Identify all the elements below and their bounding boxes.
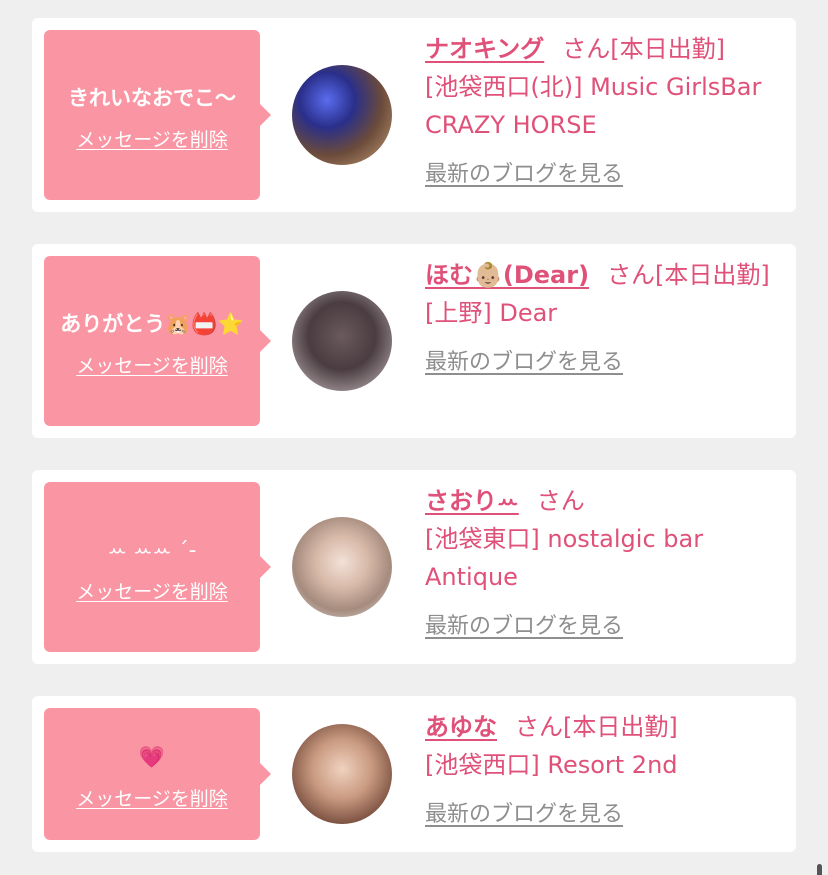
shop-name: [池袋東口] nostalgic bar Antique: [425, 525, 704, 591]
message-text: ありがとう🐹📛⭐: [60, 311, 244, 336]
profile-name-link[interactable]: あゆな: [425, 713, 497, 741]
profile-info: さおりꕀ さん [池袋東口] nostalgic bar Antique 最新のブ…: [425, 482, 775, 646]
message-text: ꕀ ꕀꕀ ˊ-: [107, 537, 197, 562]
message-bubble: ありがとう🐹📛⭐ メッセージを削除: [44, 256, 271, 426]
delete-message-link[interactable]: メッセージを削除: [76, 351, 228, 378]
message-card: 💗 メッセージを削除 あゆな さん[本日出勤] [池袋西口] Resort 2nd…: [32, 696, 796, 852]
shop-name: [池袋西口] Resort 2nd: [425, 751, 678, 779]
latest-blog-link[interactable]: 最新のブログを見る: [425, 156, 623, 194]
shop-name: [池袋西口(北)] Music GirlsBar CRAZY HORSE: [425, 73, 762, 139]
message-bubble: 💗 メッセージを削除: [44, 708, 271, 840]
honorific-status: さん[本日出勤]: [515, 713, 678, 741]
profile-name-link[interactable]: さおりꕀ: [425, 487, 519, 515]
latest-blog-link[interactable]: 最新のブログを見る: [425, 344, 623, 382]
latest-blog-link[interactable]: 最新のブログを見る: [425, 796, 623, 834]
delete-message-link[interactable]: メッセージを削除: [76, 577, 228, 604]
profile-info: ほむ👶🏼(Dear) さん[本日出勤] [上野] Dear 最新のブログを見る: [425, 256, 775, 382]
honorific-status: さん: [536, 487, 585, 515]
message-bubble: ꕀ ꕀꕀ ˊ- メッセージを削除: [44, 482, 271, 652]
message-text: きれいなおでこ〜: [68, 85, 236, 110]
shop-name: [上野] Dear: [425, 299, 558, 327]
scrollbar[interactable]: [817, 864, 822, 875]
profile-info: あゆな さん[本日出勤] [池袋西口] Resort 2nd 最新のブログを見る: [425, 708, 775, 834]
avatar[interactable]: [292, 291, 392, 391]
message-card: ꕀ ꕀꕀ ˊ- メッセージを削除 さおりꕀ さん [池袋東口] nostalgic…: [32, 470, 796, 664]
avatar[interactable]: [292, 724, 392, 824]
message-text: 💗: [138, 744, 166, 769]
profile-name-link[interactable]: ナオキング: [425, 35, 544, 63]
message-card: きれいなおでこ〜 メッセージを削除 ナオキング さん[本日出勤] [池袋西口(北)…: [32, 18, 796, 212]
message-bubble: きれいなおでこ〜 メッセージを削除: [44, 30, 271, 200]
avatar[interactable]: [292, 65, 392, 165]
profile-name-link[interactable]: ほむ👶🏼(Dear): [425, 261, 589, 289]
honorific-status: さん[本日出勤]: [607, 261, 770, 289]
profile-info: ナオキング さん[本日出勤] [池袋西口(北)] Music GirlsBar C…: [425, 30, 775, 194]
delete-message-link[interactable]: メッセージを削除: [76, 125, 228, 152]
avatar[interactable]: [292, 517, 392, 617]
message-card: ありがとう🐹📛⭐ メッセージを削除 ほむ👶🏼(Dear) さん[本日出勤] [上野…: [32, 244, 796, 438]
honorific-status: さん[本日出勤]: [562, 35, 726, 63]
latest-blog-link[interactable]: 最新のブログを見る: [425, 608, 623, 646]
delete-message-link[interactable]: メッセージを削除: [76, 784, 228, 811]
